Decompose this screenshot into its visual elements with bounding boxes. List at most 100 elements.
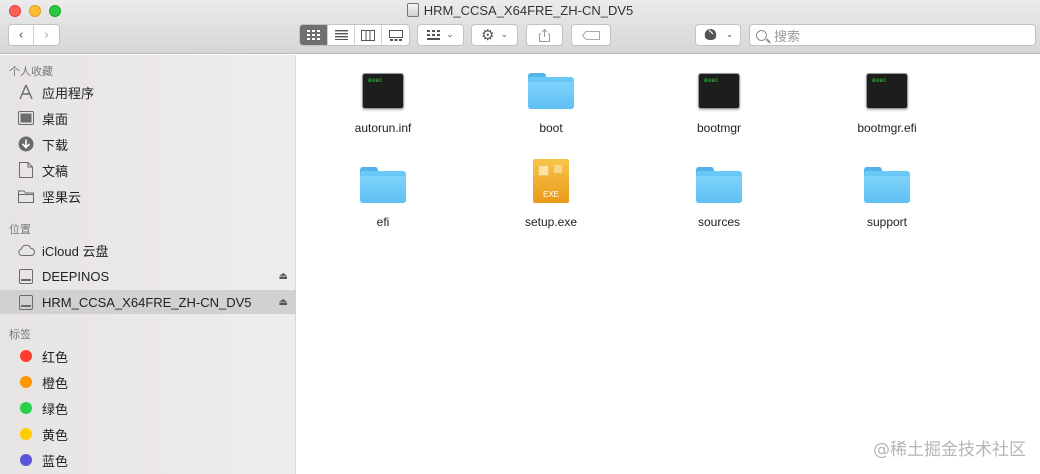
file-name: bootmgr	[696, 121, 742, 135]
share-button[interactable]	[526, 24, 563, 46]
sidebar-item-label: 坚果云	[42, 189, 82, 205]
file-icon-view: exec autorun.inf boot exec bootmgr exec …	[297, 55, 1040, 474]
file-name: bootmgr.efi	[857, 121, 917, 135]
sidebar-tag-yellow[interactable]: 黄色	[0, 422, 296, 446]
desktop-icon	[17, 109, 35, 127]
search-icon	[756, 29, 767, 41]
file-name: efi	[376, 215, 390, 229]
nutstore-icon	[704, 29, 716, 40]
edit-tags-button[interactable]	[571, 24, 611, 46]
chevron-left-icon: ‹	[18, 27, 24, 43]
cloud-icon	[17, 241, 35, 259]
drive-icon	[406, 3, 419, 17]
back-button[interactable]: ‹	[9, 25, 34, 45]
tag-color-dot	[20, 350, 32, 362]
search-placeholder: 搜索	[774, 29, 801, 45]
file-name: support	[866, 215, 908, 229]
sidebar-item-icloud[interactable]: iCloud 云盘	[0, 238, 296, 262]
file-name: setup.exe	[524, 215, 578, 229]
sidebar-item-desktop[interactable]: 桌面	[0, 106, 296, 130]
folder-item[interactable]: support	[827, 157, 947, 229]
folder-icon	[528, 73, 574, 109]
eject-icon[interactable]: ⏏	[279, 297, 288, 308]
tag-color-dot	[20, 454, 32, 466]
exe-file-icon: EXE	[533, 159, 569, 203]
folder-item[interactable]: sources	[659, 157, 779, 229]
sidebar-tag-green[interactable]: 绿色	[0, 396, 296, 420]
icon-view-button[interactable]	[300, 25, 328, 45]
sidebar-item-label: 应用程序	[42, 85, 95, 101]
eject-icon[interactable]: ⏏	[279, 271, 288, 282]
sidebar-item-label: 文稿	[42, 163, 69, 179]
file-item[interactable]: exec bootmgr.efi	[827, 63, 947, 135]
sidebar-item-applications[interactable]: 应用程序	[0, 80, 296, 104]
nutstore-dropdown[interactable]: ⌄	[695, 24, 741, 46]
sidebar: 个人收藏 应用程序 桌面 下载 文稿 坚果云 位置 iCloud 云盘 DEEP…	[0, 55, 296, 474]
group-by-dropdown[interactable]: ⌄	[417, 24, 464, 46]
nav-buttons: ‹ ›	[8, 24, 60, 46]
file-item[interactable]: exec bootmgr	[659, 63, 779, 135]
sidebar-item-downloads[interactable]: 下载	[0, 132, 296, 156]
file-name: sources	[697, 215, 741, 229]
list-icon	[334, 30, 348, 40]
gallery-icon	[388, 29, 403, 41]
tag-color-dot	[20, 376, 32, 388]
tag-icon	[582, 30, 600, 40]
folder-icon	[17, 187, 35, 205]
folder-item[interactable]: boot	[491, 63, 611, 135]
columns-icon	[361, 29, 375, 41]
watermark: @稀土掘金技术社区	[873, 440, 1026, 460]
folder-icon	[864, 167, 910, 203]
title-toolbar: HRM_CCSA_X64FRE_ZH-CN_DV5 ‹ › ⌄ ⚙ ⌄ ⌄ 搜索	[0, 0, 1040, 54]
drive-icon	[19, 268, 33, 284]
folder-icon	[360, 167, 406, 203]
sidebar-section-locations: 位置	[9, 223, 31, 236]
sidebar-item-label: 绿色	[42, 401, 69, 417]
executable-icon: exec	[698, 73, 740, 109]
chevron-down-icon: ⌄	[446, 30, 454, 40]
sidebar-item-label: DEEPINOS	[42, 268, 110, 284]
file-item[interactable]: exec autorun.inf	[323, 63, 443, 135]
sidebar-item-label: HRM_CCSA_X64FRE_ZH-CN_DV5	[42, 294, 252, 310]
file-name: autorun.inf	[354, 121, 412, 135]
sidebar-item-label: 红色	[42, 349, 69, 365]
action-dropdown[interactable]: ⚙ ⌄	[471, 24, 518, 46]
sidebar-item-label: 橙色	[42, 375, 69, 391]
view-mode-group	[299, 24, 410, 46]
share-icon	[539, 28, 550, 42]
column-view-button[interactable]	[355, 25, 382, 45]
sidebar-item-label: 下载	[42, 137, 69, 153]
sidebar-item-nutstore[interactable]: 坚果云	[0, 184, 296, 208]
sidebar-item-label: 黄色	[42, 427, 69, 443]
sidebar-section-tags: 标签	[9, 328, 31, 341]
search-field[interactable]: 搜索	[749, 24, 1036, 46]
sidebar-item-label: iCloud 云盘	[42, 243, 109, 259]
sidebar-item-deepinos[interactable]: DEEPINOS ⏏	[0, 264, 296, 288]
sidebar-tag-blue[interactable]: 蓝色	[0, 448, 296, 472]
file-name: boot	[539, 121, 563, 135]
chevron-right-icon: ›	[43, 27, 50, 43]
apps-icon	[17, 83, 35, 101]
sidebar-tag-red[interactable]: 红色	[0, 344, 296, 368]
sidebar-item-label: 桌面	[42, 111, 69, 127]
file-item[interactable]: EXE setup.exe	[491, 157, 611, 229]
gear-icon: ⚙	[481, 26, 495, 44]
download-icon	[17, 135, 35, 153]
chevron-down-icon: ⌄	[500, 30, 508, 40]
forward-button[interactable]: ›	[34, 25, 59, 45]
executable-icon: exec	[362, 73, 404, 109]
sidebar-item-hrm-ccsa[interactable]: HRM_CCSA_X64FRE_ZH-CN_DV5 ⏏	[0, 290, 296, 314]
executable-icon: exec	[866, 73, 908, 109]
gallery-view-button[interactable]	[382, 25, 409, 45]
sidebar-tag-orange[interactable]: 橙色	[0, 370, 296, 394]
tag-color-dot	[20, 428, 32, 440]
grid-icon	[307, 30, 320, 40]
drive-icon	[19, 294, 33, 310]
document-icon	[17, 161, 35, 179]
chevron-down-icon: ⌄	[725, 30, 734, 40]
sidebar-item-documents[interactable]: 文稿	[0, 158, 296, 182]
folder-item[interactable]: efi	[323, 157, 443, 229]
list-view-button[interactable]	[328, 25, 355, 45]
folder-icon	[696, 167, 742, 203]
sidebar-item-label: 蓝色	[42, 453, 69, 469]
